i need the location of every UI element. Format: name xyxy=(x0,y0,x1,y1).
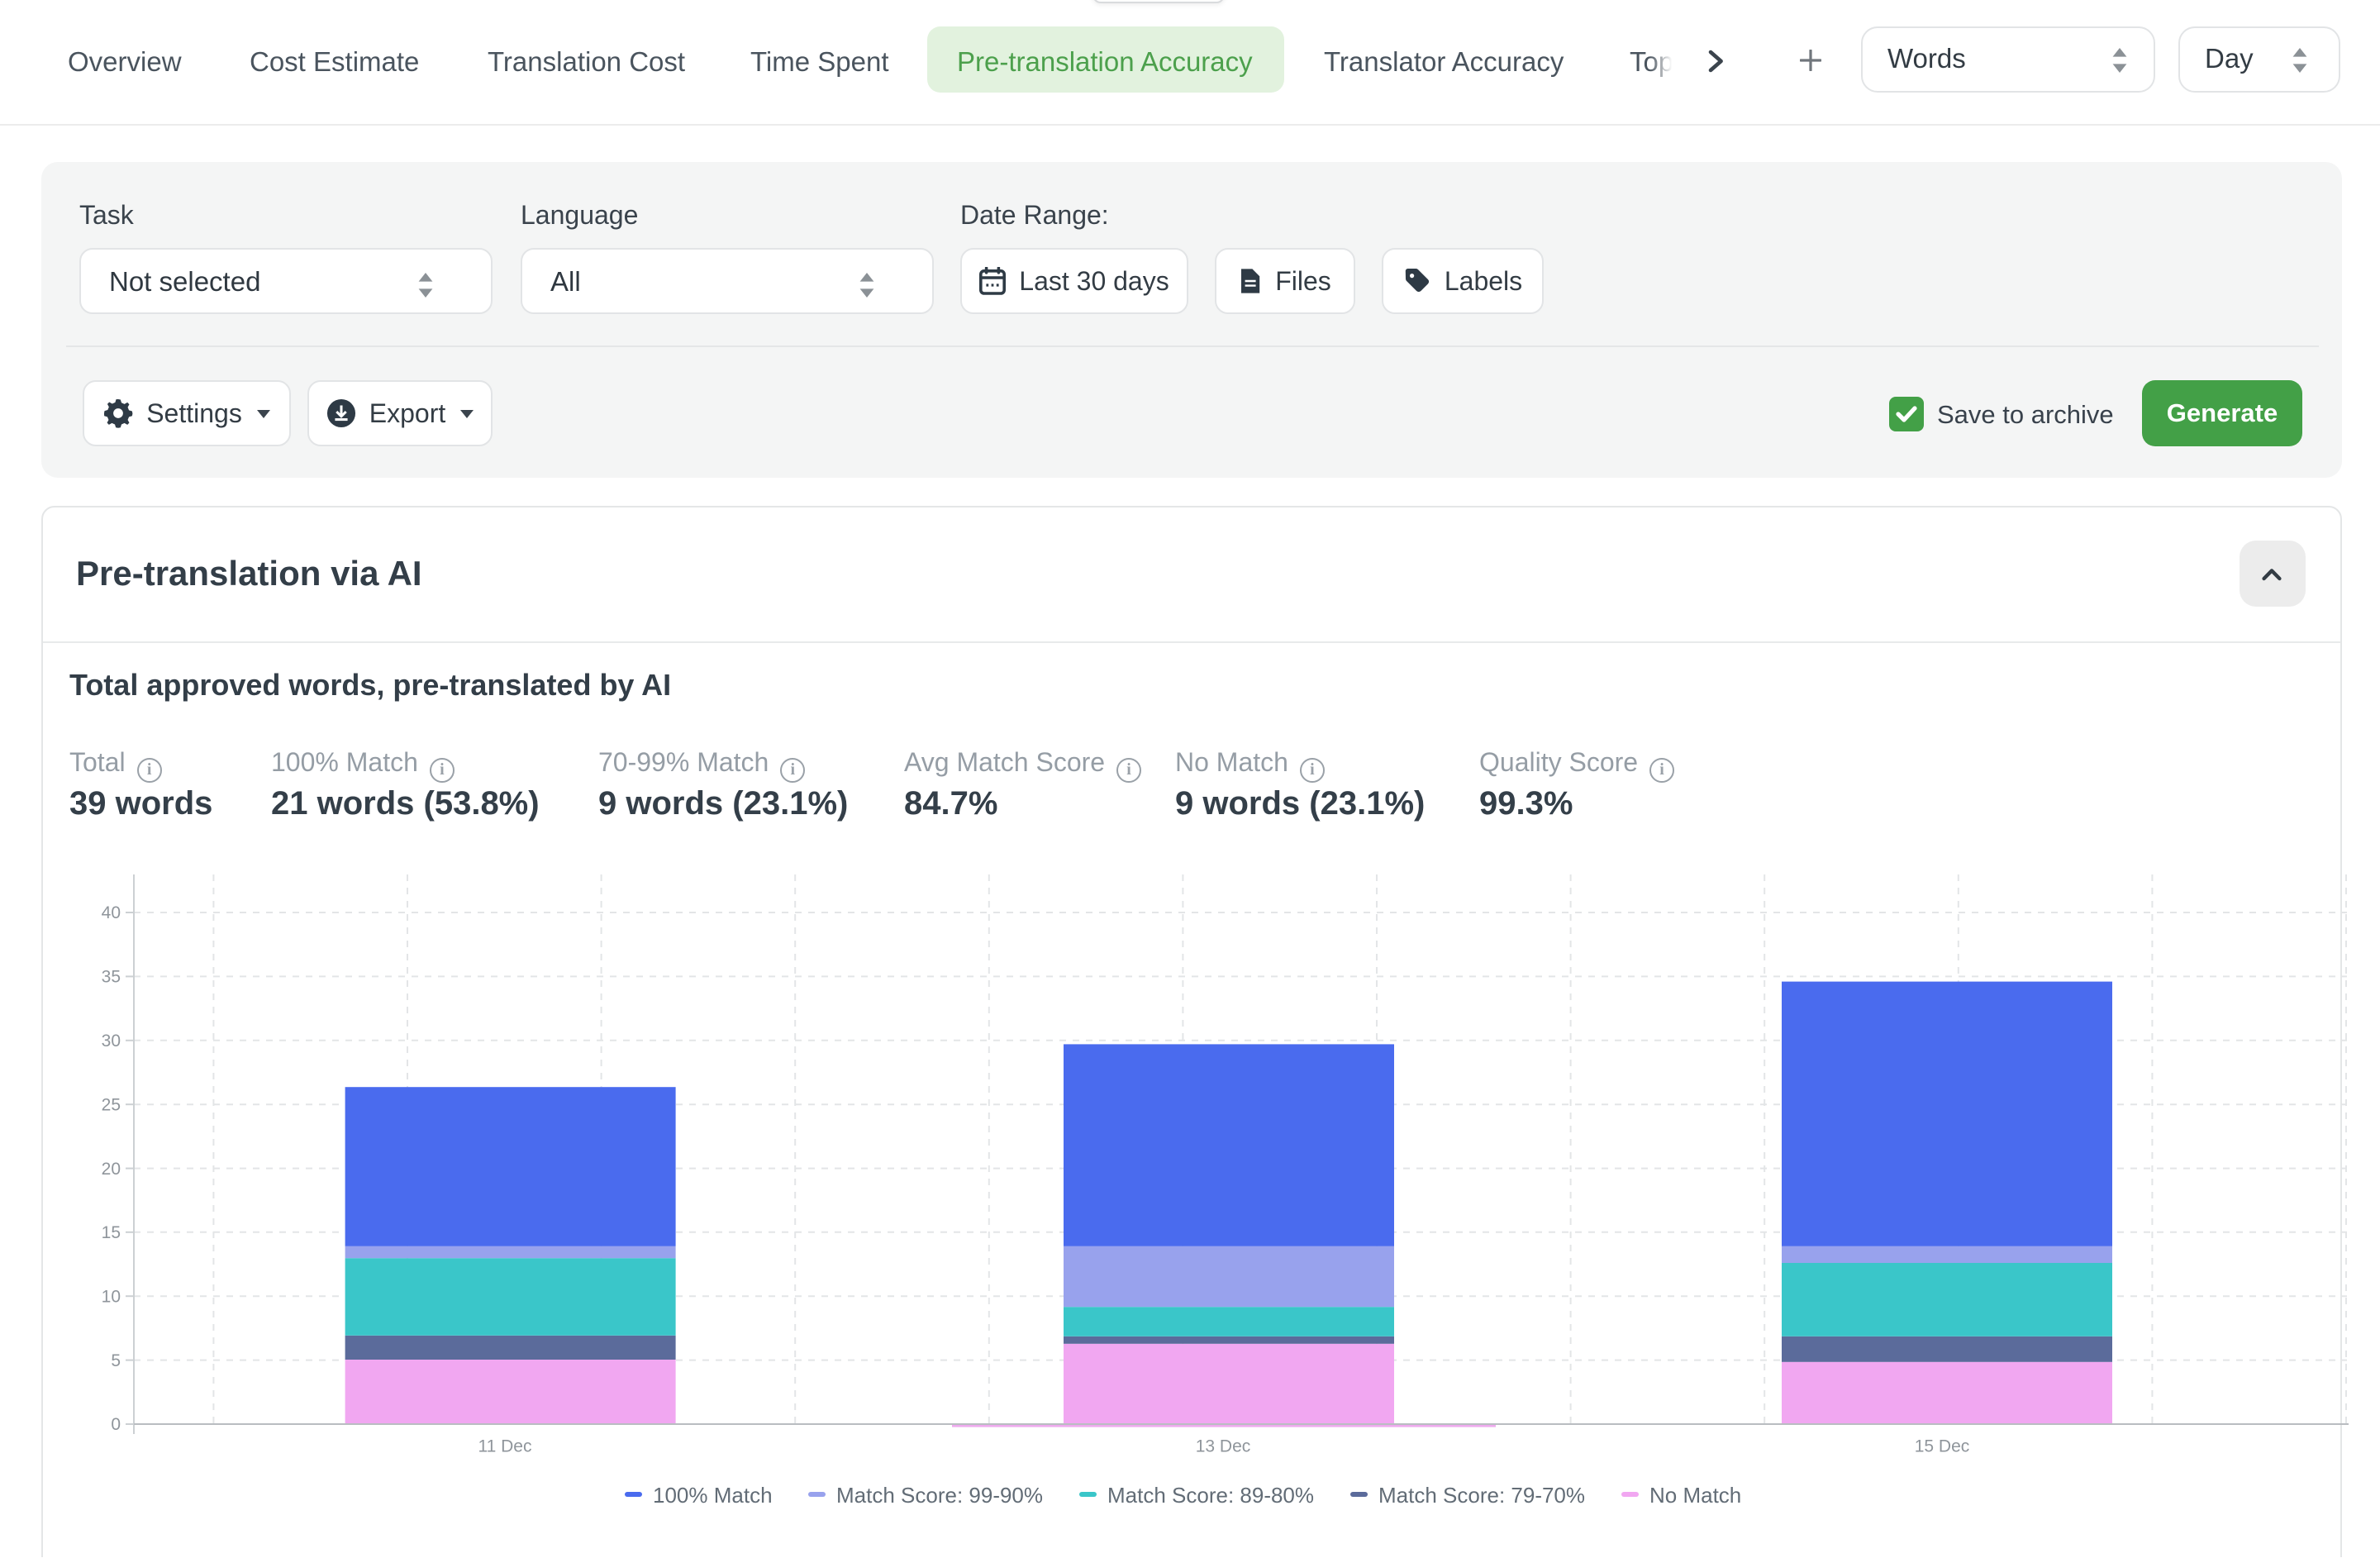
svg-text:30: 30 xyxy=(102,1032,121,1051)
svg-text:11 Dec: 11 Dec xyxy=(478,1437,532,1456)
svg-text:25: 25 xyxy=(102,1095,121,1114)
svg-text:20: 20 xyxy=(102,1160,121,1179)
svg-text:10: 10 xyxy=(102,1287,121,1306)
svg-text:35: 35 xyxy=(102,968,121,987)
svg-text:15 Dec: 15 Dec xyxy=(1915,1437,1970,1456)
svg-text:5: 5 xyxy=(111,1351,121,1370)
svg-text:0: 0 xyxy=(111,1415,121,1434)
svg-text:15: 15 xyxy=(102,1223,121,1242)
svg-text:40: 40 xyxy=(102,903,121,922)
svg-text:13 Dec: 13 Dec xyxy=(1196,1437,1251,1456)
